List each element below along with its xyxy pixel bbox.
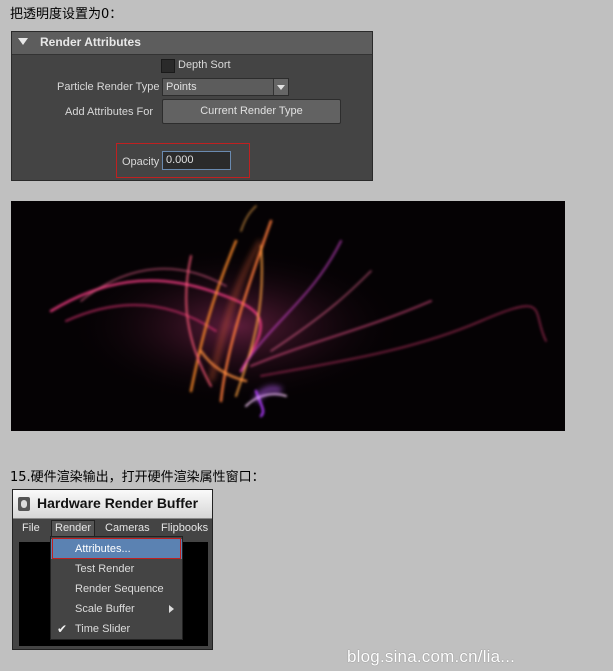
caption-set-opacity: 把透明度设置为0： xyxy=(10,7,123,22)
time-slider-label: Time Slider xyxy=(75,623,131,635)
render-attributes-panel: Render Attributes Depth Sort Particle Re… xyxy=(11,31,373,181)
particle-render-type-dropdown[interactable]: Points xyxy=(162,78,289,96)
menu-cameras[interactable]: Cameras xyxy=(102,520,153,537)
window-titlebar[interactable]: Hardware Render Buffer xyxy=(13,490,212,519)
window-title: Hardware Render Buffer xyxy=(37,495,199,511)
chevron-down-icon[interactable] xyxy=(273,79,288,95)
menu-render[interactable]: Render xyxy=(51,520,96,537)
menu-flipbooks[interactable]: Flipbooks xyxy=(158,520,211,537)
particle-render-type-label: Particle Render Type xyxy=(57,81,160,93)
menu-item-time-slider[interactable]: ✔ Time Slider xyxy=(51,619,182,639)
depth-sort-label: Depth Sort xyxy=(178,59,231,71)
submenu-arrow-icon xyxy=(169,605,174,613)
collapse-triangle-icon[interactable] xyxy=(18,38,28,45)
menu-item-render-sequence[interactable]: Render Sequence xyxy=(51,579,182,599)
render-dropdown-menu: Attributes... Test Render Render Sequenc… xyxy=(50,536,183,640)
menu-item-scale-buffer[interactable]: Scale Buffer xyxy=(51,599,182,619)
opacity-input[interactable]: 0.000 xyxy=(162,151,231,170)
depth-sort-checkbox[interactable] xyxy=(161,59,175,73)
scale-buffer-label: Scale Buffer xyxy=(75,603,135,615)
render-attributes-title: Render Attributes xyxy=(40,35,141,49)
render-attributes-header[interactable]: Render Attributes xyxy=(12,32,372,55)
menu-item-test-render[interactable]: Test Render xyxy=(51,559,182,579)
particle-render-image xyxy=(49,205,547,418)
opacity-label: Opacity xyxy=(122,156,160,168)
particle-render-type-value: Points xyxy=(166,81,197,93)
add-attributes-for-label: Add Attributes For xyxy=(65,106,154,118)
watermark-text: blog.sina.com.cn/lia... xyxy=(347,647,516,666)
maya-app-icon xyxy=(18,497,30,511)
particle-render-preview xyxy=(11,201,565,431)
menu-file[interactable]: File xyxy=(19,520,43,537)
attributes-highlight-frame xyxy=(52,538,181,559)
caption-step-15: 15.硬件渲染输出，打开硬件渲染属性窗口： xyxy=(10,470,265,485)
current-render-type-button[interactable]: Current Render Type xyxy=(162,99,341,124)
checkmark-icon: ✔ xyxy=(57,622,68,636)
hardware-render-buffer-window: Hardware Render Buffer File Render Camer… xyxy=(12,489,213,650)
